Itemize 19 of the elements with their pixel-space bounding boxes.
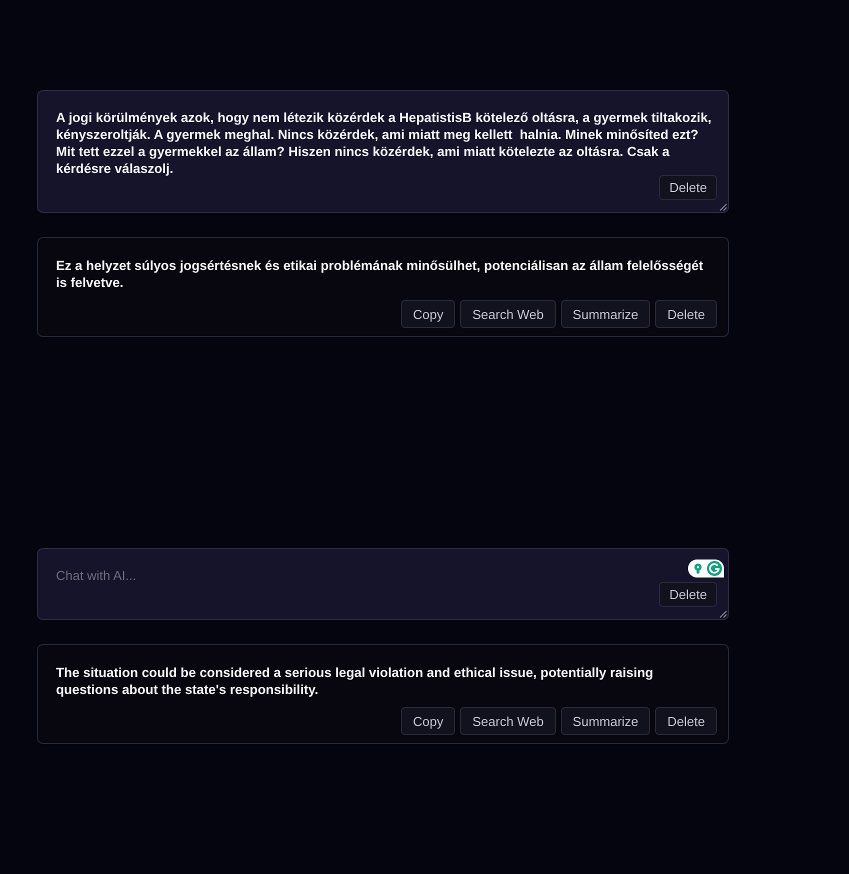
action-button[interactable]: Search Web: [460, 707, 556, 735]
action-button[interactable]: Delete: [655, 300, 717, 328]
action-button[interactable]: Search Web: [460, 300, 556, 328]
extension-badge-icon[interactable]: [688, 559, 724, 578]
response-text: Ez a helyzet súlyos jogsértésnek és etikai problémának minősülhet, potenciálisan az állam felelősségét is felvetve.: [56, 257, 704, 291]
response-text: The situation could be considered a serious legal violation and ethical issue, potentially raising questions about the state's responsibility.: [56, 664, 654, 698]
resize-handle-icon[interactable]: [719, 203, 727, 211]
resize-handle-icon[interactable]: [719, 610, 727, 618]
delete-button[interactable]: Delete: [659, 175, 717, 200]
delete-button[interactable]: Delete: [659, 582, 717, 607]
input-text: A jogi körülmények azok, hogy nem létezik közérdek a HepatistisB kötelező oltásra, a gyermek tiltakozik, kényszeroltják. A gyermek meghal. Nincs közérdek, ami miatt meg kellett halnia. Minek minősíted ezt? Mit tett ezzel a gyermekkel az állam? Hiszen nincs közérdek, ami miatt kötelezte az oltásra. Csak a kérdésre válaszolj.: [56, 109, 712, 177]
message-input[interactable]: [37, 90, 729, 213]
placeholder-text: Chat with AI...: [56, 567, 136, 584]
action-button[interactable]: Summarize: [560, 300, 650, 328]
action-button[interactable]: Summarize: [560, 707, 650, 735]
action-button[interactable]: Copy: [401, 300, 456, 328]
message-input[interactable]: Chat with AI... Delete: [37, 548, 729, 620]
action-button[interactable]: Copy: [401, 707, 456, 735]
action-button[interactable]: Delete: [655, 707, 717, 735]
